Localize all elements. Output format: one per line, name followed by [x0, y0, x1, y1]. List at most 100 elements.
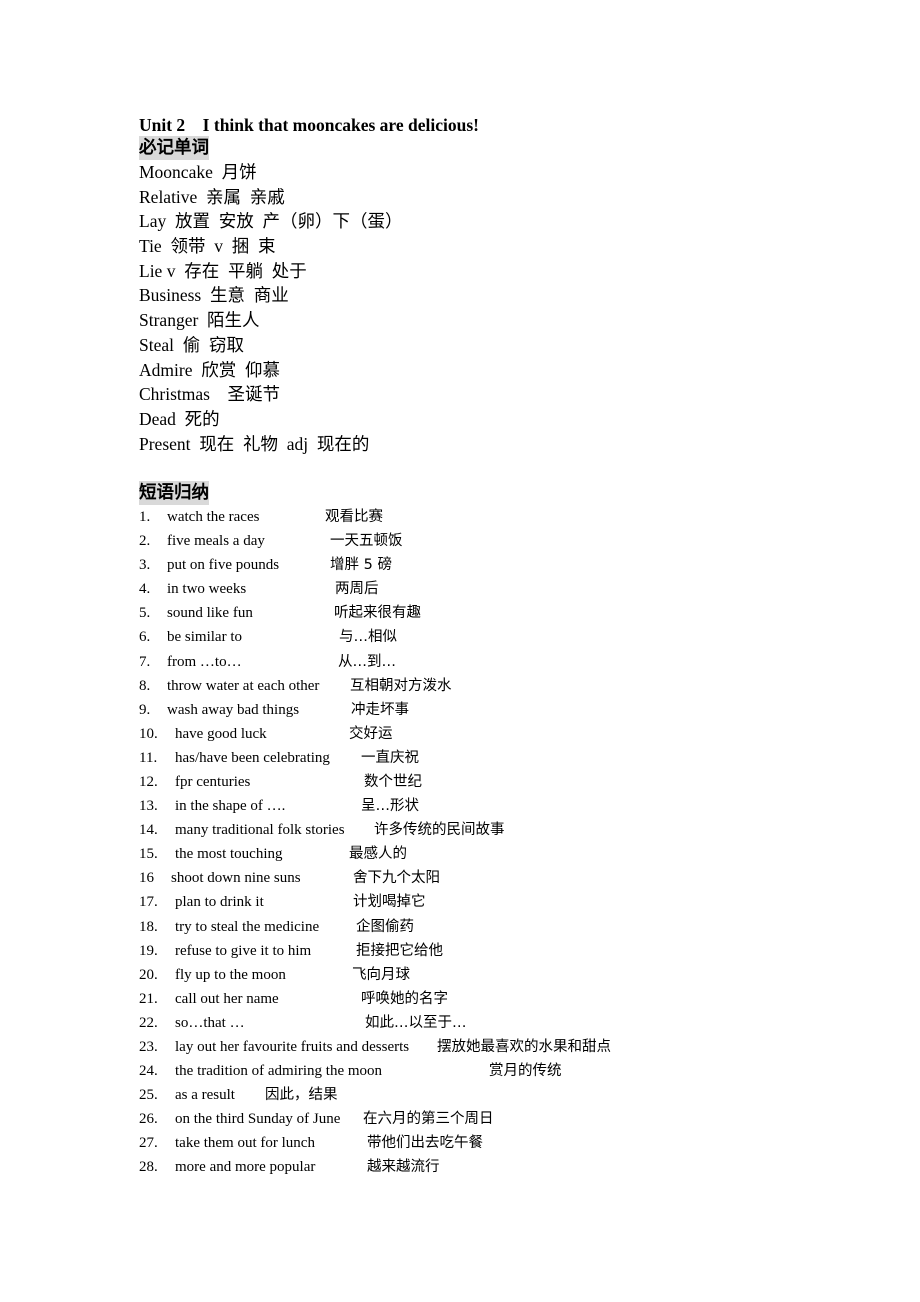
phrase-item: 8. throw water at each other 互相朝对方泼水: [139, 674, 839, 698]
document-title: Unit 2 I think that mooncakes are delici…: [139, 115, 479, 135]
document-page: Unit 2 I think that mooncakes are delici…: [139, 114, 839, 1180]
phrase-english: has/have been celebrating: [175, 749, 330, 766]
phrase-english: many traditional folk stories: [175, 822, 345, 839]
phrase-english: the tradition of admiring the moon: [175, 1063, 383, 1080]
phrase-item: 27. take them out for lunch 带他们出去吃午餐: [139, 1131, 839, 1155]
phrase-english: more and more popular: [175, 1159, 316, 1176]
phrase-number: 26.: [139, 1111, 158, 1128]
phrase-english: fpr centuries: [175, 773, 251, 790]
phrase-number: 27.: [139, 1135, 158, 1152]
phrase-english: from …to…: [167, 653, 242, 670]
phrase-item: 10. have good luck 交好运: [139, 722, 839, 746]
phrase-english: so…that …: [175, 1014, 245, 1031]
phrase-english: in two weeks: [167, 581, 247, 598]
phrase-item: 5. sound like fun 听起来很有趣: [139, 601, 839, 625]
phrase-english: try to steal the medicine: [175, 918, 320, 935]
phrase-chinese: 呼唤她的名字: [361, 990, 448, 1007]
phrase-number: 11.: [139, 749, 158, 766]
phrase-item: 23. lay out her favourite fruits and dess…: [139, 1035, 839, 1059]
phrase-item: 24. the tradition of admiring the moon 赏月的…: [139, 1059, 839, 1083]
phrase-number: 24.: [139, 1063, 158, 1080]
phrase-chinese: 交好运: [349, 725, 393, 742]
phrase-number: 8.: [139, 677, 151, 694]
vocab-item: Dead 死的: [139, 408, 220, 429]
phrase-chinese: 舍下九个太阳: [353, 870, 440, 887]
vocab-item: Steal 偷 窃取: [139, 334, 244, 355]
phrase-english: on the third Sunday of June: [175, 1111, 341, 1128]
phrase-english: watch the races: [167, 508, 260, 525]
phrase-english: in the shape of ….: [175, 798, 286, 815]
phrase-english: lay out her favourite fruits and dessert…: [175, 1039, 410, 1055]
phrase-chinese: 互相朝对方泼水: [350, 677, 452, 694]
phrase-item: 20. fly up to the moon 飞向月球: [139, 963, 839, 987]
vocab-item: Lie v 存在 平躺 处于: [139, 260, 307, 281]
phrase-number: 22.: [139, 1014, 158, 1031]
phrase-item: 7. from …to… 从…到…: [139, 650, 839, 674]
phrase-item: 4. in two weeks 两周后: [139, 577, 839, 601]
phrase-english: be similar to: [167, 629, 242, 646]
phrase-chinese: 摆放她最喜欢的水果和甜点: [437, 1039, 611, 1055]
phrase-item: 19. refuse to give it to him 拒接把它给他: [139, 939, 839, 963]
phrase-number: 5.: [139, 605, 151, 622]
phrase-english: five meals a day: [167, 533, 265, 550]
phrase-number: 12.: [139, 773, 158, 790]
vocab-item: Admire 欣赏 仰慕: [139, 359, 280, 380]
phrase-english: fly up to the moon: [175, 966, 286, 983]
phrase-chinese: 呈…形状: [361, 798, 419, 815]
phrase-chinese: 一天五顿饭: [330, 533, 403, 550]
phrase-number: 2.: [139, 533, 151, 550]
phrase-item: 21. call out her name 呼唤她的名字: [139, 987, 839, 1011]
phrase-item: 25. as a result 因此，结果: [139, 1083, 839, 1107]
phrase-english: take them out for lunch: [175, 1135, 315, 1152]
phrase-number: 20.: [139, 966, 158, 983]
phrase-english: call out her name: [175, 990, 279, 1007]
phrase-chinese: 许多传统的民间故事: [374, 822, 505, 839]
phrase-chinese: 两周后: [335, 581, 379, 598]
phrase-number: 21.: [139, 990, 158, 1007]
vocab-item: Mooncake 月饼: [139, 162, 257, 182]
vocab-item: Lay 放置 安放 产（卵）下（蛋）: [139, 211, 403, 232]
phrase-item: 15. the most touching 最感人的: [139, 842, 839, 866]
phrase-number: 15.: [139, 846, 158, 863]
phrase-number: 18.: [139, 918, 158, 935]
phrase-chinese: 与…相似: [339, 629, 397, 646]
phrase-number: 16: [139, 870, 154, 887]
phrase-item: 2. five meals a day 一天五顿饭: [139, 529, 839, 553]
phrase-number: 17.: [139, 894, 158, 911]
phrase-chinese: 数个世纪: [364, 773, 422, 790]
vocab-list: Mooncake 月饼 Relative 亲属 亲戚 Lay 放置 安放 产（卵）下…: [139, 160, 839, 456]
phrase-item: 6. be similar to 与…相似: [139, 625, 839, 649]
phrase-number: 23.: [139, 1039, 158, 1055]
phrase-english: the most touching: [175, 846, 283, 863]
phrase-item: 13. in the shape of …. 呈…形状: [139, 794, 839, 818]
phrase-item: 28. more and more popular 越来越流行: [139, 1155, 839, 1179]
phrase-number: 28.: [139, 1159, 158, 1176]
phrase-item: 17. plan to drink it 计划喝掉它: [139, 890, 839, 914]
phrase-list: 1. watch the races 观看比赛 2. five meals a day 一…: [139, 505, 839, 1180]
phrase-item: 26. on the third Sunday of June 在六月的第三个周日: [139, 1107, 839, 1131]
phrase-chinese: 观看比赛: [325, 508, 383, 525]
phrase-chinese: 企图偷药: [356, 918, 414, 935]
phrase-number: 4.: [139, 581, 151, 598]
phrase-chinese: 带他们出去吃午餐: [367, 1135, 483, 1152]
phrase-chinese: 计划喝掉它: [353, 894, 426, 911]
phrase-item: 11. has/have been celebrating 一直庆祝: [139, 746, 839, 770]
phrase-item: 12. fpr centuries 数个世纪: [139, 770, 839, 794]
phrase-english: put on five pounds: [167, 557, 280, 574]
phrase-chinese: 因此，结果: [265, 1087, 338, 1104]
phrase-number: 6.: [139, 629, 151, 646]
phrase-english: refuse to give it to him: [175, 942, 312, 959]
phrase-chinese: 听起来很有趣: [334, 605, 421, 622]
phrase-chinese: 冲走坏事: [351, 701, 409, 718]
vocab-item: Christmas 圣诞节: [139, 384, 280, 405]
phrase-number: 9.: [139, 701, 151, 718]
vocab-heading: 必记单词: [139, 136, 209, 160]
phrase-number: 25.: [139, 1087, 158, 1104]
phrase-chinese: 如此…以至于…: [365, 1014, 467, 1031]
phrase-chinese: 从…到…: [338, 653, 396, 670]
phrase-chinese: 在六月的第三个周日: [363, 1111, 494, 1128]
phrase-item: 14. many traditional folk stories 许多传统的民间故…: [139, 818, 839, 842]
phrase-chinese: 一直庆祝: [361, 749, 419, 766]
phrase-number: 7.: [139, 653, 151, 670]
phrase-english: shoot down nine suns: [171, 870, 301, 887]
